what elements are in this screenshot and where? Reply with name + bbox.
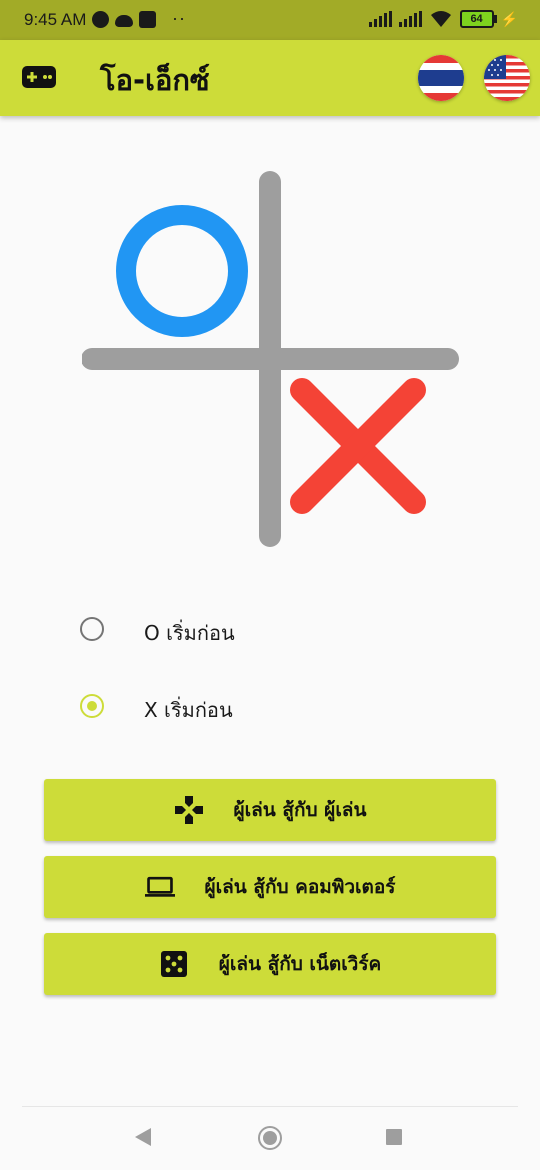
status-more-dots: ·· — [172, 8, 186, 28]
status-left-icons — [92, 11, 156, 28]
player-vs-network-button[interactable]: ผู้เล่น สู้กับ เน็ตเวิร์ค — [44, 933, 496, 995]
nav-divider — [22, 1106, 518, 1107]
home-icon[interactable] — [258, 1126, 282, 1150]
player-vs-network-label: ผู้เล่น สู้กับ เน็ตเวิร์ค — [218, 953, 382, 975]
radio-label-x-first: X เริ่มก่อน — [144, 698, 233, 722]
recents-icon[interactable] — [386, 1129, 402, 1145]
gamepad-icon[interactable] — [22, 66, 56, 88]
status-right-icons: 64 ⚡ — [368, 10, 518, 28]
signal-icon — [368, 11, 392, 27]
battery-icon: 64 — [459, 10, 497, 28]
app-bar: โอ-เอ็กซ์ — [0, 40, 540, 116]
status-bar: 9:45 AM ·· 64 ⚡ — [0, 0, 540, 40]
signal-icon — [398, 11, 422, 27]
dice-icon — [159, 949, 189, 979]
laptop-icon — [144, 872, 175, 902]
wifi-icon — [430, 11, 451, 27]
player-vs-computer-button[interactable]: ผู้เล่น สู้กับ คอมพิวเตอร์ — [44, 856, 496, 918]
us-flag-button[interactable] — [484, 55, 530, 101]
player-vs-computer-label: ผู้เล่น สู้กับ คอมพิวเตอร์ — [204, 876, 396, 898]
gamepad-cross-icon — [174, 795, 204, 825]
tic-tac-toe-logo — [82, 171, 459, 547]
m-icon — [139, 11, 156, 28]
cloud-icon — [115, 15, 133, 27]
thai-flag-button[interactable] — [418, 55, 464, 101]
notification-icon — [92, 11, 109, 28]
charging-icon: ⚡ — [500, 10, 518, 27]
radio-button-o-first[interactable] — [80, 617, 104, 641]
back-icon[interactable] — [135, 1128, 151, 1146]
radio-label-o-first: O เริ่มก่อน — [144, 621, 235, 645]
status-time: 9:45 AM — [24, 10, 87, 29]
radio-x-first[interactable]: X เริ่มก่อน — [80, 686, 233, 726]
radio-button-x-first[interactable] — [80, 694, 104, 718]
o-mark — [116, 205, 248, 337]
player-vs-player-button[interactable]: ผู้เล่น สู้กับ ผู้เล่น — [44, 779, 496, 841]
app-title: โอ-เอ็กซ์ — [100, 63, 210, 97]
system-nav-bar — [0, 1106, 540, 1170]
radio-o-first[interactable]: O เริ่มก่อน — [80, 609, 235, 649]
battery-level: 64 — [470, 13, 483, 25]
player-vs-player-label: ผู้เล่น สู้กับ ผู้เล่น — [233, 799, 367, 821]
